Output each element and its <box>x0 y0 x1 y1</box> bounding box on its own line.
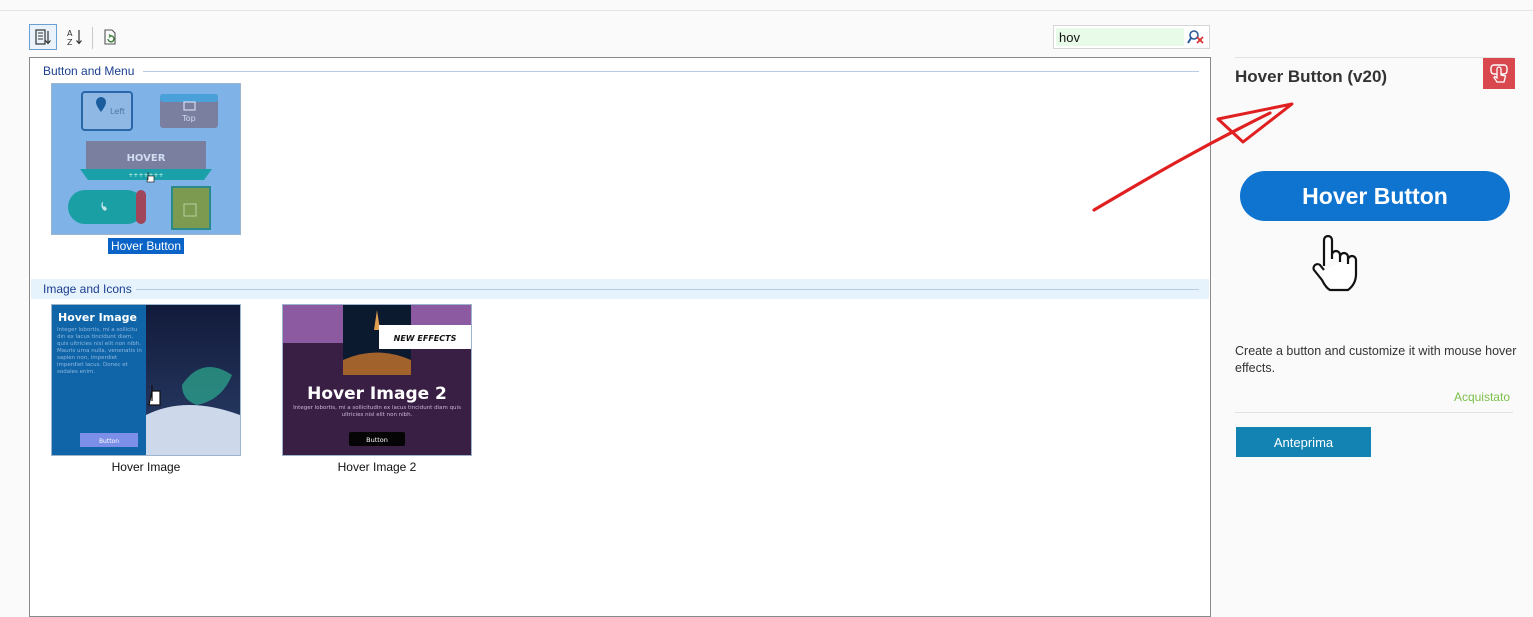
hover-button-preview: Hover Button <box>1240 171 1510 221</box>
categorized-view-icon <box>35 29 51 45</box>
thumb-button: Button <box>366 436 388 444</box>
thumb-hover-sub: +++++++ <box>128 172 163 179</box>
hover-image-2-preview-image: NEW EFFECTS Hover Image 2 Integer lobort… <box>283 305 471 446</box>
thumbnail-hover-button: Left Top HOVER +++++++ <box>51 83 241 235</box>
category-title: Button and Menu <box>43 64 135 78</box>
category-divider <box>143 71 1199 72</box>
detail-description: Create a button and customize it with mo… <box>1235 344 1517 375</box>
thumb-body: Integer lobortis, mi a sollicitu din ex … <box>57 327 142 375</box>
hover-image-preview-image: Hover Image Integer lobortis, mi a solli… <box>52 305 240 455</box>
thumb-title: Hover Image 2 <box>307 384 447 404</box>
thumb-hover-label: HOVER <box>127 153 166 164</box>
detail-divider-bottom <box>1235 412 1513 413</box>
preview-button[interactable]: Anteprima <box>1236 427 1371 457</box>
category-header[interactable]: Button and Menu <box>31 61 1209 81</box>
sort-alphabetical-icon: A Z <box>67 29 82 46</box>
item-label: Hover Image 2 <box>337 460 417 474</box>
thumbnail-hover-image-2: NEW EFFECTS Hover Image 2 Integer lobort… <box>282 304 472 456</box>
category-title: Image and Icons <box>43 282 132 296</box>
hover-button-preview-image: Left Top HOVER +++++++ <box>68 91 218 230</box>
thumb-button: Button <box>99 438 119 445</box>
search-input[interactable] <box>1056 28 1184 46</box>
detail-title: Hover Button (v20) <box>1235 67 1388 86</box>
thumb-left-label: Left <box>110 107 125 116</box>
thumb-title: Hover Image <box>58 311 137 324</box>
refresh-icon <box>104 29 116 45</box>
clear-search-icon <box>1187 30 1204 44</box>
thumbnail-hover-image: Hover Image Integer lobortis, mi a solli… <box>51 304 241 456</box>
gallery-panel: Button and Menu Left Top HOVER +++++++ H… <box>29 57 1211 617</box>
sort-alphabetical-button[interactable]: A Z <box>61 24 89 50</box>
top-border <box>0 10 1533 11</box>
item-label-text: Hover Button <box>107 238 185 254</box>
thumb-top-label: Top <box>181 114 196 123</box>
item-label: Hover Button <box>51 238 241 254</box>
toolbar-separator <box>92 27 93 49</box>
categorized-view-button[interactable] <box>29 24 57 50</box>
tap-icon <box>1490 63 1508 83</box>
hand-pointer-icon <box>1312 234 1358 292</box>
detail-divider-top <box>1235 57 1513 58</box>
status-badge: Acquistato <box>1453 390 1510 404</box>
category-header[interactable]: Image and Icons <box>31 279 1209 299</box>
clear-search-button[interactable] <box>1186 28 1206 46</box>
detail-category-badge <box>1483 58 1515 89</box>
item-label: Hover Image <box>111 460 181 474</box>
refresh-button[interactable] <box>96 24 124 50</box>
svg-text:A: A <box>67 29 73 38</box>
category-divider <box>136 289 1199 290</box>
search-box <box>1053 25 1210 49</box>
svg-text:Z: Z <box>67 38 73 46</box>
thumb-body: Integer lobortis, mi a sollicitudin ex l… <box>293 405 461 418</box>
thumb-badge: NEW EFFECTS <box>394 334 457 343</box>
